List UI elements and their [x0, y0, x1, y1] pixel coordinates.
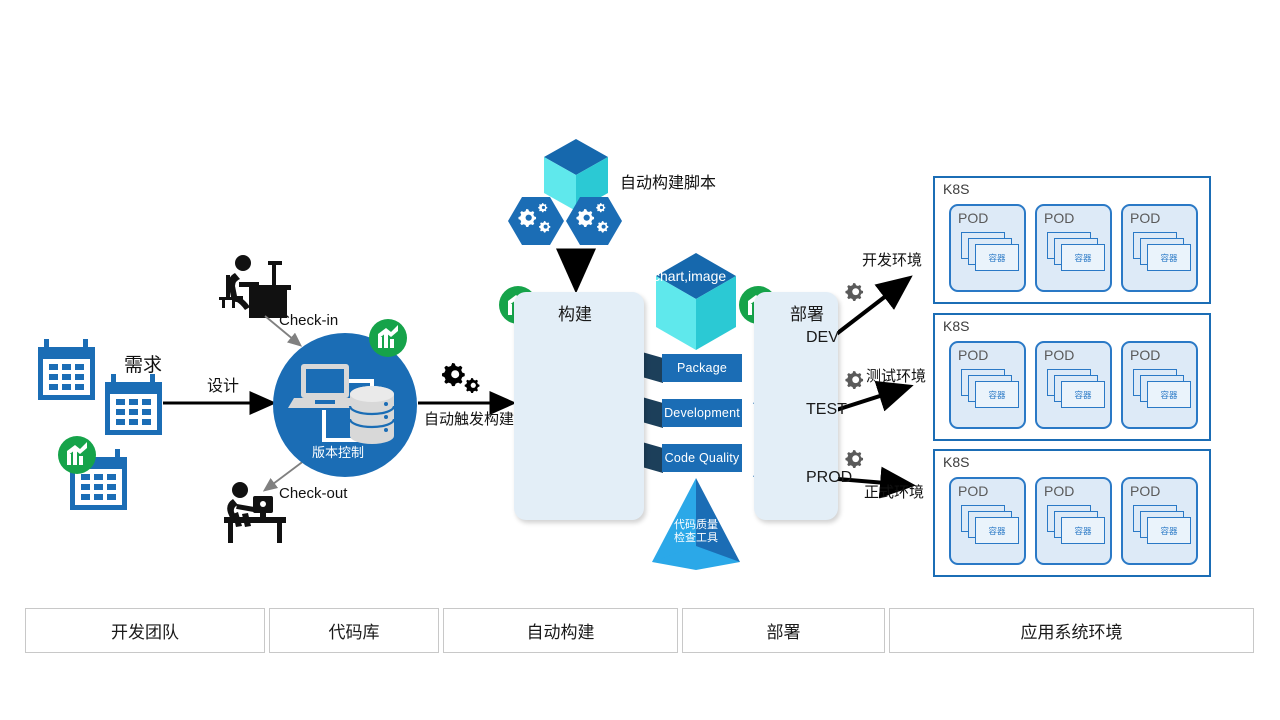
k8s-cluster[interactable]: K8S POD 容器 POD 容器 POD 容器	[933, 313, 1211, 441]
ribbon-development[interactable]: Development	[662, 399, 742, 427]
pod-title: POD	[1130, 210, 1161, 226]
quality-tool-line2: 检查工具	[674, 530, 718, 544]
legend-item-app-env[interactable]: 应用系统环境	[889, 608, 1254, 653]
trigger-gears-icon	[441, 363, 480, 394]
version-control-label: 版本控制	[312, 446, 365, 461]
build-panel[interactable]	[514, 292, 644, 520]
pod-card[interactable]: POD 容器	[1035, 341, 1112, 429]
build-script-icon-group	[508, 139, 622, 294]
container-card-front: 容器	[1061, 381, 1105, 408]
container-card-front: 容器	[975, 517, 1019, 544]
pod-title: POD	[958, 483, 989, 499]
environment-label-prod: 正式环境	[864, 483, 925, 501]
quality-tool-label: 代码质量 检查工具	[667, 518, 725, 544]
container-label: 容器	[988, 253, 1006, 264]
pod-title: POD	[1044, 210, 1075, 226]
container-label: 容器	[1074, 390, 1092, 401]
quality-tool-line1: 代码质量	[674, 518, 718, 531]
pod-card[interactable]: POD 容器	[1121, 341, 1198, 429]
deploy-node-prod: PROD	[806, 469, 853, 486]
container-card-front: 容器	[1147, 244, 1191, 271]
environment-gear-icons	[845, 283, 864, 468]
container-label: 容器	[988, 390, 1006, 401]
diagram-canvas: 构建 部署 Package Development Code Quality 需…	[0, 0, 1280, 720]
container-label: 容器	[1160, 390, 1178, 401]
k8s-title: K8S	[943, 181, 970, 197]
container-card-front: 容器	[1061, 517, 1105, 544]
container-label: 容器	[1160, 253, 1178, 264]
container-card-front: 容器	[975, 244, 1019, 271]
pod-title: POD	[958, 347, 989, 363]
pod-card[interactable]: POD 容器	[1121, 477, 1198, 565]
legend-item-auto-build[interactable]: 自动构建	[443, 608, 678, 653]
checkout-label: Check-out	[279, 485, 348, 502]
gears-hex-icon	[508, 197, 564, 245]
k8s-title: K8S	[943, 454, 970, 470]
checkin-label: Check-in	[279, 312, 339, 329]
environment-label-dev: 开发环境	[862, 251, 923, 269]
legend-item-dev-team[interactable]: 开发团队	[25, 608, 265, 653]
k8s-cluster[interactable]: K8S POD 容器 POD 容器 POD 容器	[933, 176, 1211, 304]
pod-title: POD	[958, 210, 989, 226]
deploy-node-dev: DEV	[806, 329, 839, 346]
k8s-cluster[interactable]: K8S POD 容器 POD 容器 POD 容器	[933, 449, 1211, 577]
pod-card[interactable]: POD 容器	[949, 204, 1026, 292]
pod-card[interactable]: POD 容器	[1035, 477, 1112, 565]
pod-card[interactable]: POD 容器	[949, 477, 1026, 565]
ribbon-code-quality[interactable]: Code Quality	[662, 444, 742, 472]
container-label: 容器	[988, 526, 1006, 537]
legend-bar: 开发团队 代码库 自动构建 部署 应用系统环境	[0, 608, 1280, 653]
environment-label-test: 测试环境	[866, 367, 927, 385]
auto-trigger-label: 自动触发构建	[424, 410, 515, 428]
pod-card[interactable]: POD 容器	[1121, 204, 1198, 292]
container-label: 容器	[1160, 526, 1178, 537]
container-card-front: 容器	[1147, 517, 1191, 544]
container-card-front: 容器	[1061, 244, 1105, 271]
pod-title: POD	[1044, 347, 1075, 363]
pod-card[interactable]: POD 容器	[1035, 204, 1112, 292]
design-label: 设计	[207, 376, 240, 395]
requirements-label: 需求	[124, 354, 163, 376]
container-card-front: 容器	[975, 381, 1019, 408]
checkout-person-icon	[224, 482, 286, 543]
pod-title: POD	[1044, 483, 1075, 499]
pod-title: POD	[1130, 347, 1161, 363]
legend-item-code-repo[interactable]: 代码库	[269, 608, 439, 653]
deploy-panel-title: 部署	[790, 305, 824, 325]
container-label: 容器	[1074, 526, 1092, 537]
artifact-cube-label: chart,image	[653, 268, 727, 284]
build-panel-title: 构建	[558, 305, 592, 325]
build-script-label: 自动构建脚本	[620, 173, 717, 192]
container-label: 容器	[1074, 253, 1092, 264]
legend-item-deploy[interactable]: 部署	[682, 608, 885, 653]
k8s-title: K8S	[943, 318, 970, 334]
ribbon-package[interactable]: Package	[662, 354, 742, 382]
container-card-front: 容器	[1147, 381, 1191, 408]
pod-title: POD	[1130, 483, 1161, 499]
checkin-person-icon	[219, 255, 291, 318]
pod-card[interactable]: POD 容器	[949, 341, 1026, 429]
deploy-node-test: TEST	[806, 401, 847, 418]
